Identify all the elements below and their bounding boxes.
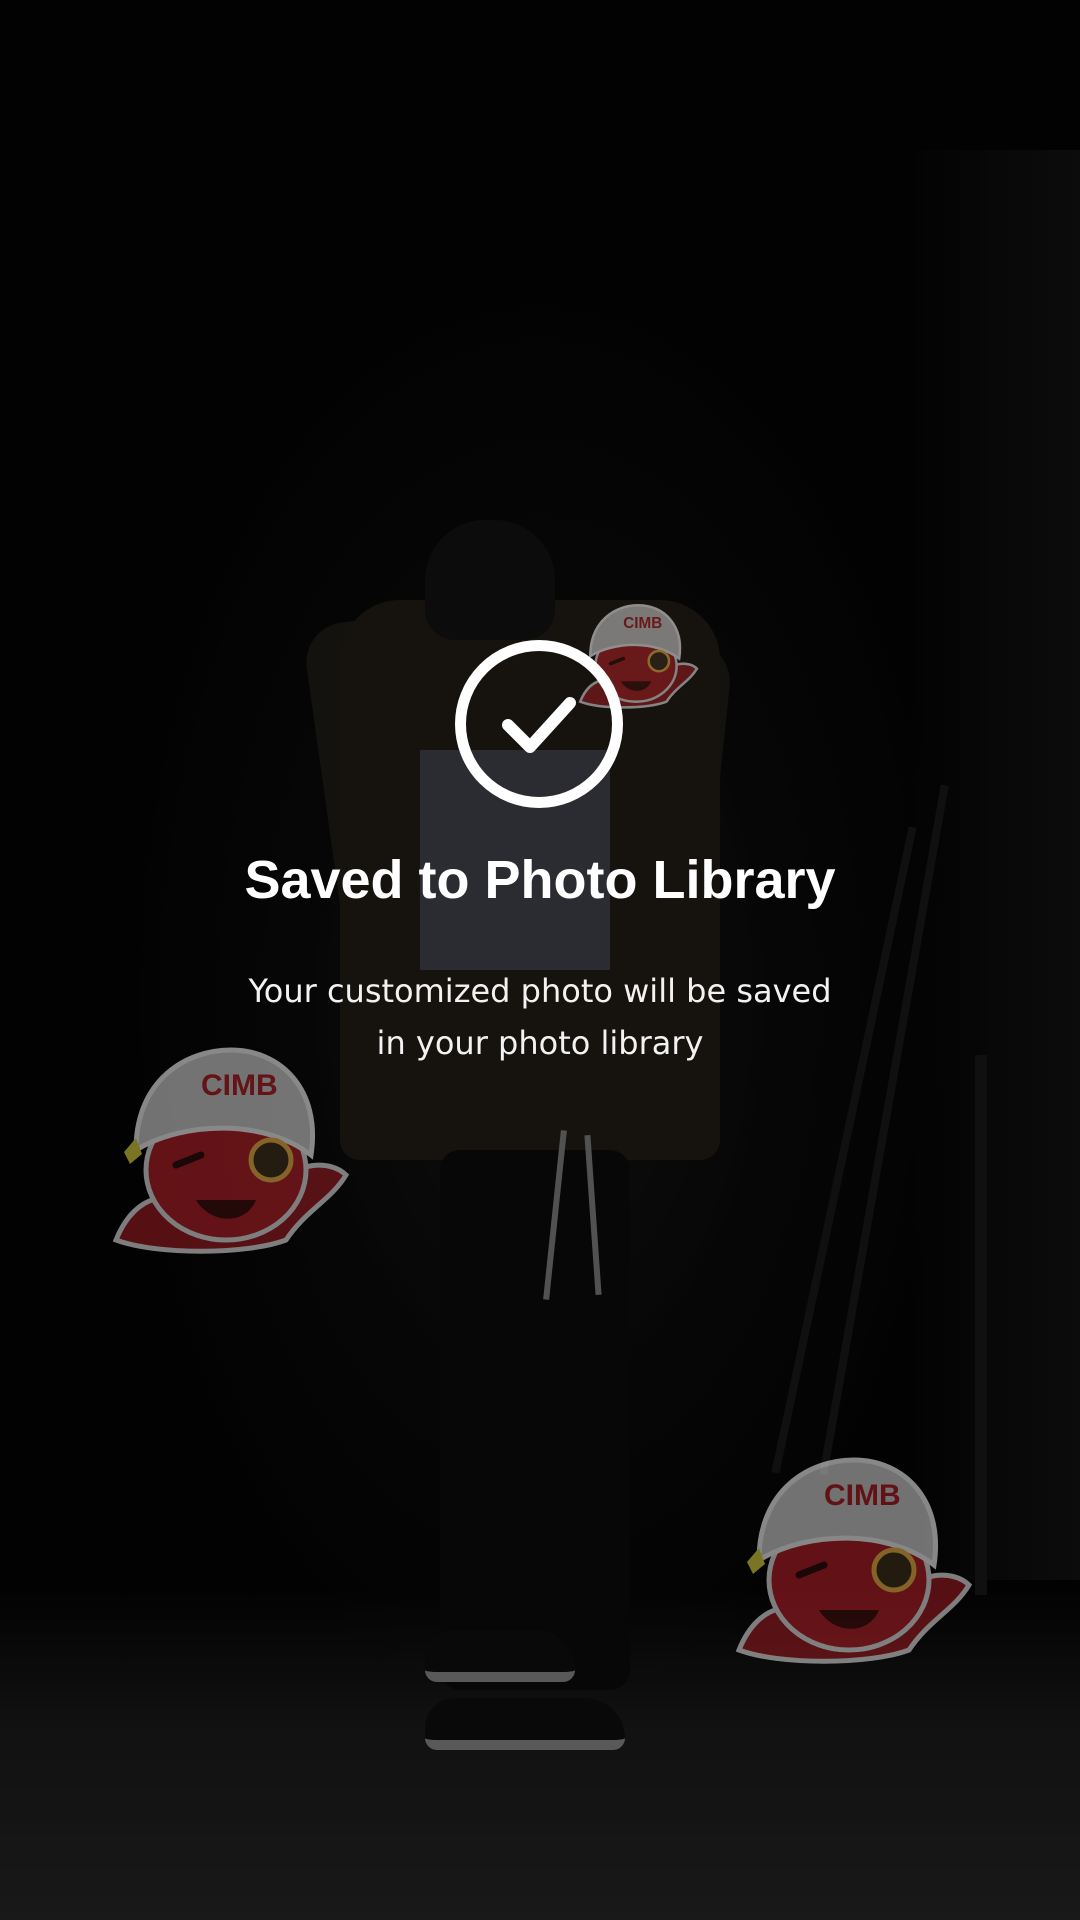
confirmation-message-line: Your customized photo will be saved: [248, 972, 832, 1010]
checkmark-icon: [502, 697, 576, 753]
save-confirmation-screen: CIMB CIMB CIMB Saved to Photo Library Yo…: [0, 0, 1080, 1920]
save-confirmation: Saved to Photo Library Your customized p…: [0, 0, 1080, 1920]
confirmation-message: Your customized photo will be saved in y…: [240, 965, 840, 1069]
confirmation-title: Saved to Photo Library: [244, 850, 836, 910]
confirmation-message-line: in your photo library: [376, 1024, 704, 1062]
checkmark-circle-icon: [455, 640, 623, 808]
